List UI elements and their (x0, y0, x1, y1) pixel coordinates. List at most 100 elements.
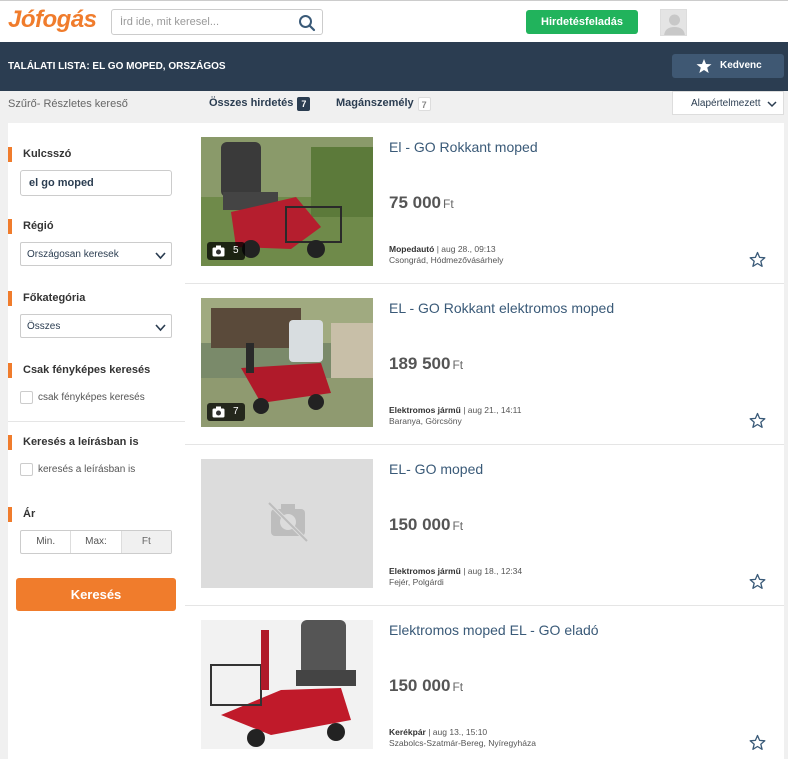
price-currency: Ft (452, 519, 464, 533)
favorite-star-icon[interactable] (749, 734, 766, 751)
price-title: Ár (8, 507, 35, 522)
listing-image-placeholder[interactable] (201, 459, 373, 588)
listing-item[interactable]: EL- GO moped 150 000 Ft Elektromos jármű … (185, 445, 784, 606)
tab-all-label: Összes hirdetés (209, 97, 294, 109)
photo-only-label: csak fényképes keresés (38, 392, 145, 404)
listing-category: Elektromos jármű (389, 405, 461, 415)
region-select[interactable]: Országosan keresek (20, 242, 172, 266)
chevron-down-icon (767, 101, 777, 108)
price-currency: Ft (121, 531, 171, 553)
photo-only-row[interactable]: csak fényképes keresés (20, 391, 145, 404)
filter-sidebar: Kulcsszó el go moped Régió Országosan ke… (8, 123, 185, 759)
tab-all-ads[interactable]: Összes hirdetés 7 (209, 97, 311, 111)
search-in-description-row[interactable]: keresés a leírásban is (20, 463, 135, 476)
listing-item[interactable]: 5 El - GO Rokkant moped 75 000 Ft Mopedau… (185, 123, 784, 284)
photo-count: 7 (233, 406, 239, 417)
detailed-filter-link[interactable]: Szűrő- Részletes kereső (8, 98, 128, 110)
user-icon (664, 14, 685, 35)
price-max-input[interactable]: Max: (71, 531, 122, 553)
search-in-description-label: keresés a leírásban is (38, 464, 136, 476)
photo-count-badge: 5 (207, 242, 245, 260)
chevron-down-icon (155, 324, 166, 332)
price-currency: Ft (452, 680, 464, 694)
price-value: 189 500 (389, 354, 451, 373)
listing-category: Elektromos jármű (389, 566, 461, 576)
listing-location: Fejér, Polgárdi (389, 577, 444, 587)
photo-only-title: Csak fényképes keresés (8, 363, 150, 378)
keyword-title: Kulcsszó (8, 147, 71, 162)
search-in-description-checkbox[interactable] (20, 463, 33, 476)
photo-count: 5 (233, 245, 239, 256)
tab-private-label: Magánszemély (336, 97, 414, 109)
search-button[interactable]: Keresés (16, 578, 176, 611)
listing-price: 150 000 Ft (389, 676, 463, 696)
region-value: Országosan keresek (27, 249, 119, 260)
price-value: 75 000 (389, 193, 441, 212)
camera-icon (212, 406, 225, 418)
post-ad-button[interactable]: Hirdetésfeladás (526, 10, 638, 34)
sort-value: Alapértelmezett (691, 98, 761, 109)
photo-only-checkbox[interactable] (20, 391, 33, 404)
search-box[interactable] (111, 9, 323, 35)
listing-date: | aug 28., 09:13 (436, 244, 496, 254)
favorite-button[interactable]: Kedvenc (672, 54, 784, 78)
listing-date: | aug 13., 15:10 (428, 727, 488, 737)
listing-price: 189 500 Ft (389, 354, 463, 374)
camera-icon (212, 245, 225, 257)
listing-location: Csongrád, Hódmezővásárhely (389, 255, 504, 265)
listing-date: | aug 21., 14:11 (463, 405, 522, 415)
top-header: Jófogás Hirdetésfeladás (0, 0, 788, 42)
avatar[interactable] (660, 9, 687, 36)
category-select[interactable]: Összes (20, 314, 172, 338)
listing-item[interactable]: 7 EL - GO Rokkant elektromos moped 189 5… (185, 284, 784, 445)
results-title: TALÁLATI LISTA: EL GO MOPED, ORSZÁGOS (8, 61, 226, 72)
listing-image[interactable] (201, 620, 373, 749)
listing-title[interactable]: El - GO Rokkant moped (389, 139, 538, 155)
favorite-star-icon[interactable] (749, 251, 766, 268)
listing-meta: Mopedautó | aug 28., 09:13 (389, 244, 496, 254)
listing-image[interactable]: 7 (201, 298, 373, 427)
tab-private-count: 7 (417, 97, 431, 111)
price-min-input[interactable]: Min. (21, 531, 72, 553)
tab-private[interactable]: Magánszemély 7 (336, 97, 431, 111)
listing-category: Kerékpár (389, 727, 426, 737)
category-title: Főkategória (8, 291, 85, 306)
listing-meta: Kerékpár | aug 13., 15:10 (389, 727, 487, 737)
divider (8, 421, 185, 422)
search-in-description-title: Keresés a leírásban is (8, 435, 139, 450)
listing-image[interactable]: 5 (201, 137, 373, 266)
listing-price: 75 000 Ft (389, 193, 454, 213)
listing-date: | aug 18., 12:34 (463, 566, 523, 576)
photo-count-badge: 7 (207, 403, 245, 421)
logo[interactable]: Jófogás (8, 6, 97, 34)
listing-item[interactable]: Elektromos moped EL - GO eladó 150 000 Ft… (185, 606, 784, 759)
favorite-star-icon[interactable] (749, 412, 766, 429)
tabs-row: Szűrő- Részletes kereső Összes hirdetés 7… (0, 91, 788, 117)
listing-location: Baranya, Görcsöny (389, 416, 462, 426)
listing-category: Mopedautó (389, 244, 435, 254)
region-title: Régió (8, 219, 54, 234)
listing-title[interactable]: Elektromos moped EL - GO eladó (389, 622, 599, 638)
listing-meta: Elektromos jármű | aug 18., 12:34 (389, 566, 522, 576)
search-icon[interactable] (298, 14, 316, 32)
no-photo-icon (267, 501, 309, 543)
price-value: 150 000 (389, 676, 451, 695)
listing-title[interactable]: EL - GO Rokkant elektromos moped (389, 300, 614, 316)
results-bar: TALÁLATI LISTA: EL GO MOPED, ORSZÁGOS Ke… (0, 42, 788, 91)
chevron-down-icon (155, 252, 166, 260)
listing-location: Szabolcs-Szatmár-Bereg, Nyíregyháza (389, 738, 536, 748)
keyword-input[interactable]: el go moped (20, 170, 172, 196)
category-value: Összes (27, 321, 61, 332)
favorite-star-icon[interactable] (749, 573, 766, 590)
search-input[interactable] (120, 14, 290, 30)
tab-all-count: 7 (297, 97, 311, 111)
sort-select[interactable]: Alapértelmezett (672, 91, 784, 115)
listings: 5 El - GO Rokkant moped 75 000 Ft Mopedau… (185, 123, 784, 759)
price-value: 150 000 (389, 515, 451, 534)
listing-title[interactable]: EL- GO moped (389, 461, 483, 477)
listing-price: 150 000 Ft (389, 515, 463, 535)
price-currency: Ft (443, 197, 454, 211)
favorite-label: Kedvenc (720, 60, 762, 71)
listing-meta: Elektromos jármű | aug 21., 14:11 (389, 405, 521, 415)
star-icon (696, 59, 712, 73)
